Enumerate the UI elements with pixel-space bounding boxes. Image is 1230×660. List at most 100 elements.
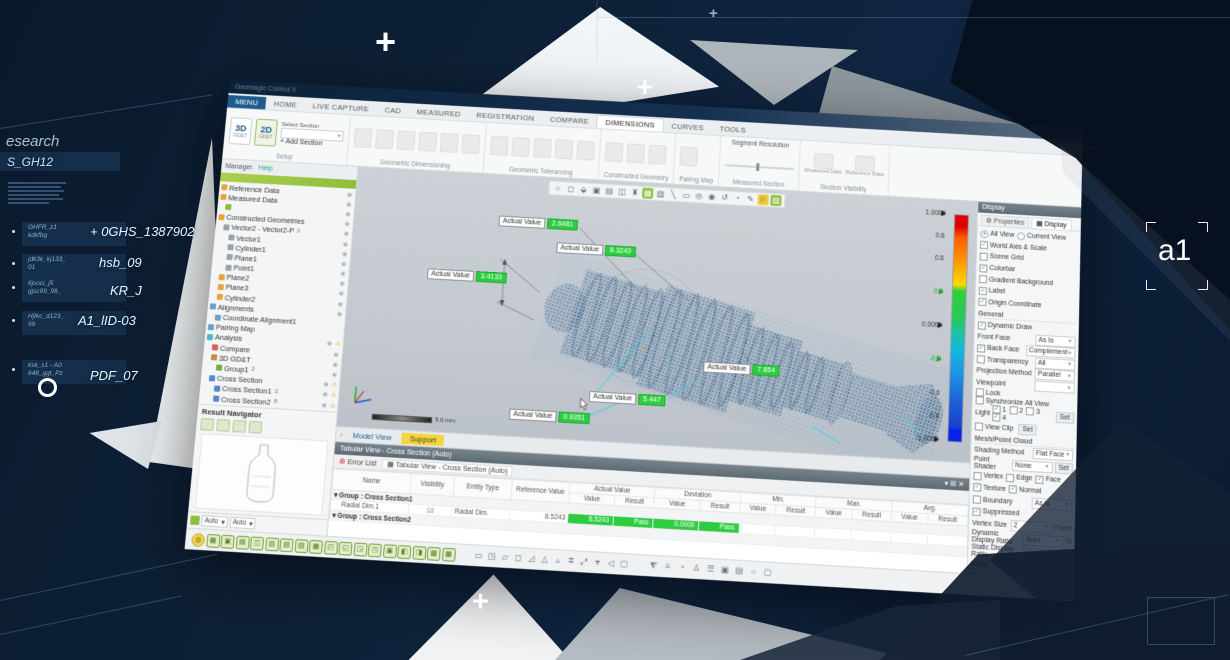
display-checkbox-item[interactable]: 2 <box>1009 406 1023 415</box>
visibility-eye-icon[interactable]: ◉ <box>343 240 349 247</box>
result-navigator-thumbnail[interactable] <box>195 433 329 516</box>
checkbox[interactable] <box>1035 475 1043 484</box>
visibility-eye-icon[interactable]: ◉ <box>340 270 346 277</box>
set-button[interactable]: Set <box>1054 462 1073 474</box>
error-list-tab[interactable]: ⊗Error List <box>339 456 377 467</box>
result-nav-icon[interactable] <box>216 419 230 432</box>
status-tool-icon[interactable]: ◱ <box>338 541 352 555</box>
status-tool-icon[interactable]: ▨ <box>279 538 293 552</box>
visibility-eye-icon[interactable]: ◉ <box>347 191 353 198</box>
checkbox[interactable] <box>973 495 981 504</box>
viewport-3d[interactable]: ○◻⬙▣▤◫♜▦▥╲▭◎◉↺◔✎⚐▨ <box>337 167 978 463</box>
checkbox[interactable] <box>1006 474 1014 483</box>
checkbox[interactable] <box>980 253 988 261</box>
view-tool-icon[interactable]: △ <box>538 554 551 565</box>
status-tool-icon[interactable]: ◧ <box>397 545 411 559</box>
visibility-eye-icon[interactable]: ◉ <box>333 351 339 358</box>
display-dropdown[interactable]: Flat Face▼ <box>1033 448 1074 461</box>
display-checkbox-item[interactable]: Scene Grid <box>980 253 1024 263</box>
display-checkbox-item[interactable]: Boundary <box>973 495 1013 505</box>
view-tool-icon[interactable]: ◿ <box>525 554 538 565</box>
status-tool-icon[interactable]: ▩ <box>427 546 441 560</box>
ribbon-tool-icon[interactable] <box>605 142 624 162</box>
ribbon-tool-icon[interactable] <box>375 129 394 149</box>
visibility-eye-icon[interactable]: ◉ <box>337 310 343 317</box>
panel-window-controls[interactable]: ▾ ⊞ ✕ <box>945 479 965 488</box>
display-checkbox-item[interactable]: Suppressed <box>972 507 1019 518</box>
view-tool-icon[interactable]: ⌗ <box>565 556 578 567</box>
result-nav-icon[interactable] <box>232 420 246 433</box>
ribbon-tool-icon[interactable] <box>490 136 509 156</box>
display-checkbox-item[interactable]: Edge <box>1006 474 1032 484</box>
status-tool-icon[interactable]: ▤ <box>235 535 249 549</box>
view-tool-icon[interactable]: ◁ <box>604 558 617 569</box>
display-checkbox-item[interactable]: Label <box>979 287 1006 296</box>
view-tool-icon[interactable]: ▱ <box>498 552 511 563</box>
checkbox[interactable] <box>977 356 985 364</box>
set-button[interactable]: Set <box>1018 423 1037 435</box>
checkbox[interactable] <box>973 484 981 493</box>
checkbox[interactable] <box>980 230 988 238</box>
ribbon-tool-icon[interactable] <box>418 132 437 152</box>
status-tool-icon[interactable]: ▥ <box>265 537 279 551</box>
ribbon-tool-icon[interactable] <box>648 145 667 165</box>
checkbox[interactable] <box>973 472 981 481</box>
display-dropdown[interactable]: As Is▼ <box>1032 497 1073 511</box>
visibility-eye-icon[interactable]: ◉ <box>323 381 329 388</box>
set-button[interactable]: Set <box>1056 412 1075 424</box>
visibility-eye-icon[interactable]: ◉ <box>327 340 333 347</box>
visibility-eye-icon[interactable]: ◉ <box>321 401 327 408</box>
ribbon-tool-icon[interactable] <box>353 128 372 148</box>
status-tool-icon[interactable]: ◳ <box>368 543 382 557</box>
checkbox[interactable] <box>979 275 987 283</box>
auto-dropdown-1[interactable]: Auto▾ <box>201 515 228 528</box>
status-tool-icon[interactable]: ▧ <box>294 539 308 553</box>
ribbon-tab[interactable]: CAD <box>376 103 409 117</box>
segment-resolution-slider[interactable] <box>725 164 794 170</box>
display-dropdown[interactable]: None▼ <box>1012 459 1053 473</box>
ribbon-tool-icon[interactable] <box>511 137 530 157</box>
view-tool-icon[interactable]: ◳ <box>485 551 498 562</box>
checkbox[interactable] <box>979 287 987 295</box>
display-checkbox-item[interactable]: Colorbar <box>979 264 1015 274</box>
ribbon-tool-icon[interactable] <box>576 141 595 161</box>
visibility-eye-icon[interactable]: ◉ <box>341 260 347 267</box>
filter-tool-icon[interactable]: ▣ <box>719 565 732 576</box>
checkbox[interactable] <box>1026 407 1034 416</box>
display-checkbox-item[interactable]: Face <box>1035 475 1061 485</box>
display-checkbox-item[interactable]: View Clip <box>975 422 1014 432</box>
visibility-eye-icon[interactable]: ◉ <box>332 361 338 368</box>
ribbon-tool-icon[interactable] <box>533 138 552 158</box>
view-tool-icon[interactable]: ◻ <box>512 553 525 564</box>
ribbon-tool-icon[interactable] <box>440 133 459 153</box>
gdt-2d-button[interactable]: 2DGD&T <box>254 119 278 147</box>
display-checkbox-item[interactable]: Back Face <box>977 344 1019 354</box>
display-checkbox-item[interactable]: All View <box>980 230 1014 240</box>
checkbox[interactable] <box>975 422 983 431</box>
help-tab[interactable]: Help <box>258 164 273 172</box>
status-tool-icon[interactable]: ▦ <box>309 539 323 553</box>
checkbox[interactable] <box>1017 232 1025 240</box>
ribbon-tool-icon[interactable] <box>626 143 645 163</box>
tab-scroll-arrow[interactable]: ‹ <box>340 430 343 439</box>
checkbox[interactable] <box>979 264 987 272</box>
visibility-eye-icon[interactable]: ◉ <box>339 280 345 287</box>
view-tool-icon[interactable]: ⤢ <box>578 557 591 568</box>
display-checkbox-item[interactable]: Vertex <box>973 472 1003 482</box>
visibility-eye-icon[interactable]: ◉ <box>338 290 344 297</box>
reference-data-toggle[interactable]: Reference Data <box>845 155 884 178</box>
filter-tool-icon[interactable]: ≡ <box>661 562 674 573</box>
manager-tab[interactable]: Manager <box>225 163 253 171</box>
checkbox[interactable] <box>1009 406 1017 415</box>
ribbon-tab[interactable]: TOOLS <box>711 122 754 137</box>
auto-dropdown-2[interactable]: Auto▾ <box>229 517 256 530</box>
visibility-eye-icon[interactable]: ◉ <box>344 221 350 228</box>
display-checkbox-item[interactable]: Texture <box>973 484 1006 494</box>
status-tool-icon[interactable]: ▣ <box>220 534 234 548</box>
filter-tool-icon[interactable]: ▤ <box>733 566 746 577</box>
ribbon-tool-icon[interactable] <box>396 130 415 150</box>
ribbon-tool-icon[interactable] <box>555 139 574 159</box>
measured-data-toggle[interactable]: Measured Data <box>804 152 842 175</box>
display-checkbox-item[interactable]: Normal <box>1009 486 1042 496</box>
tab-support[interactable]: Support <box>401 432 444 446</box>
